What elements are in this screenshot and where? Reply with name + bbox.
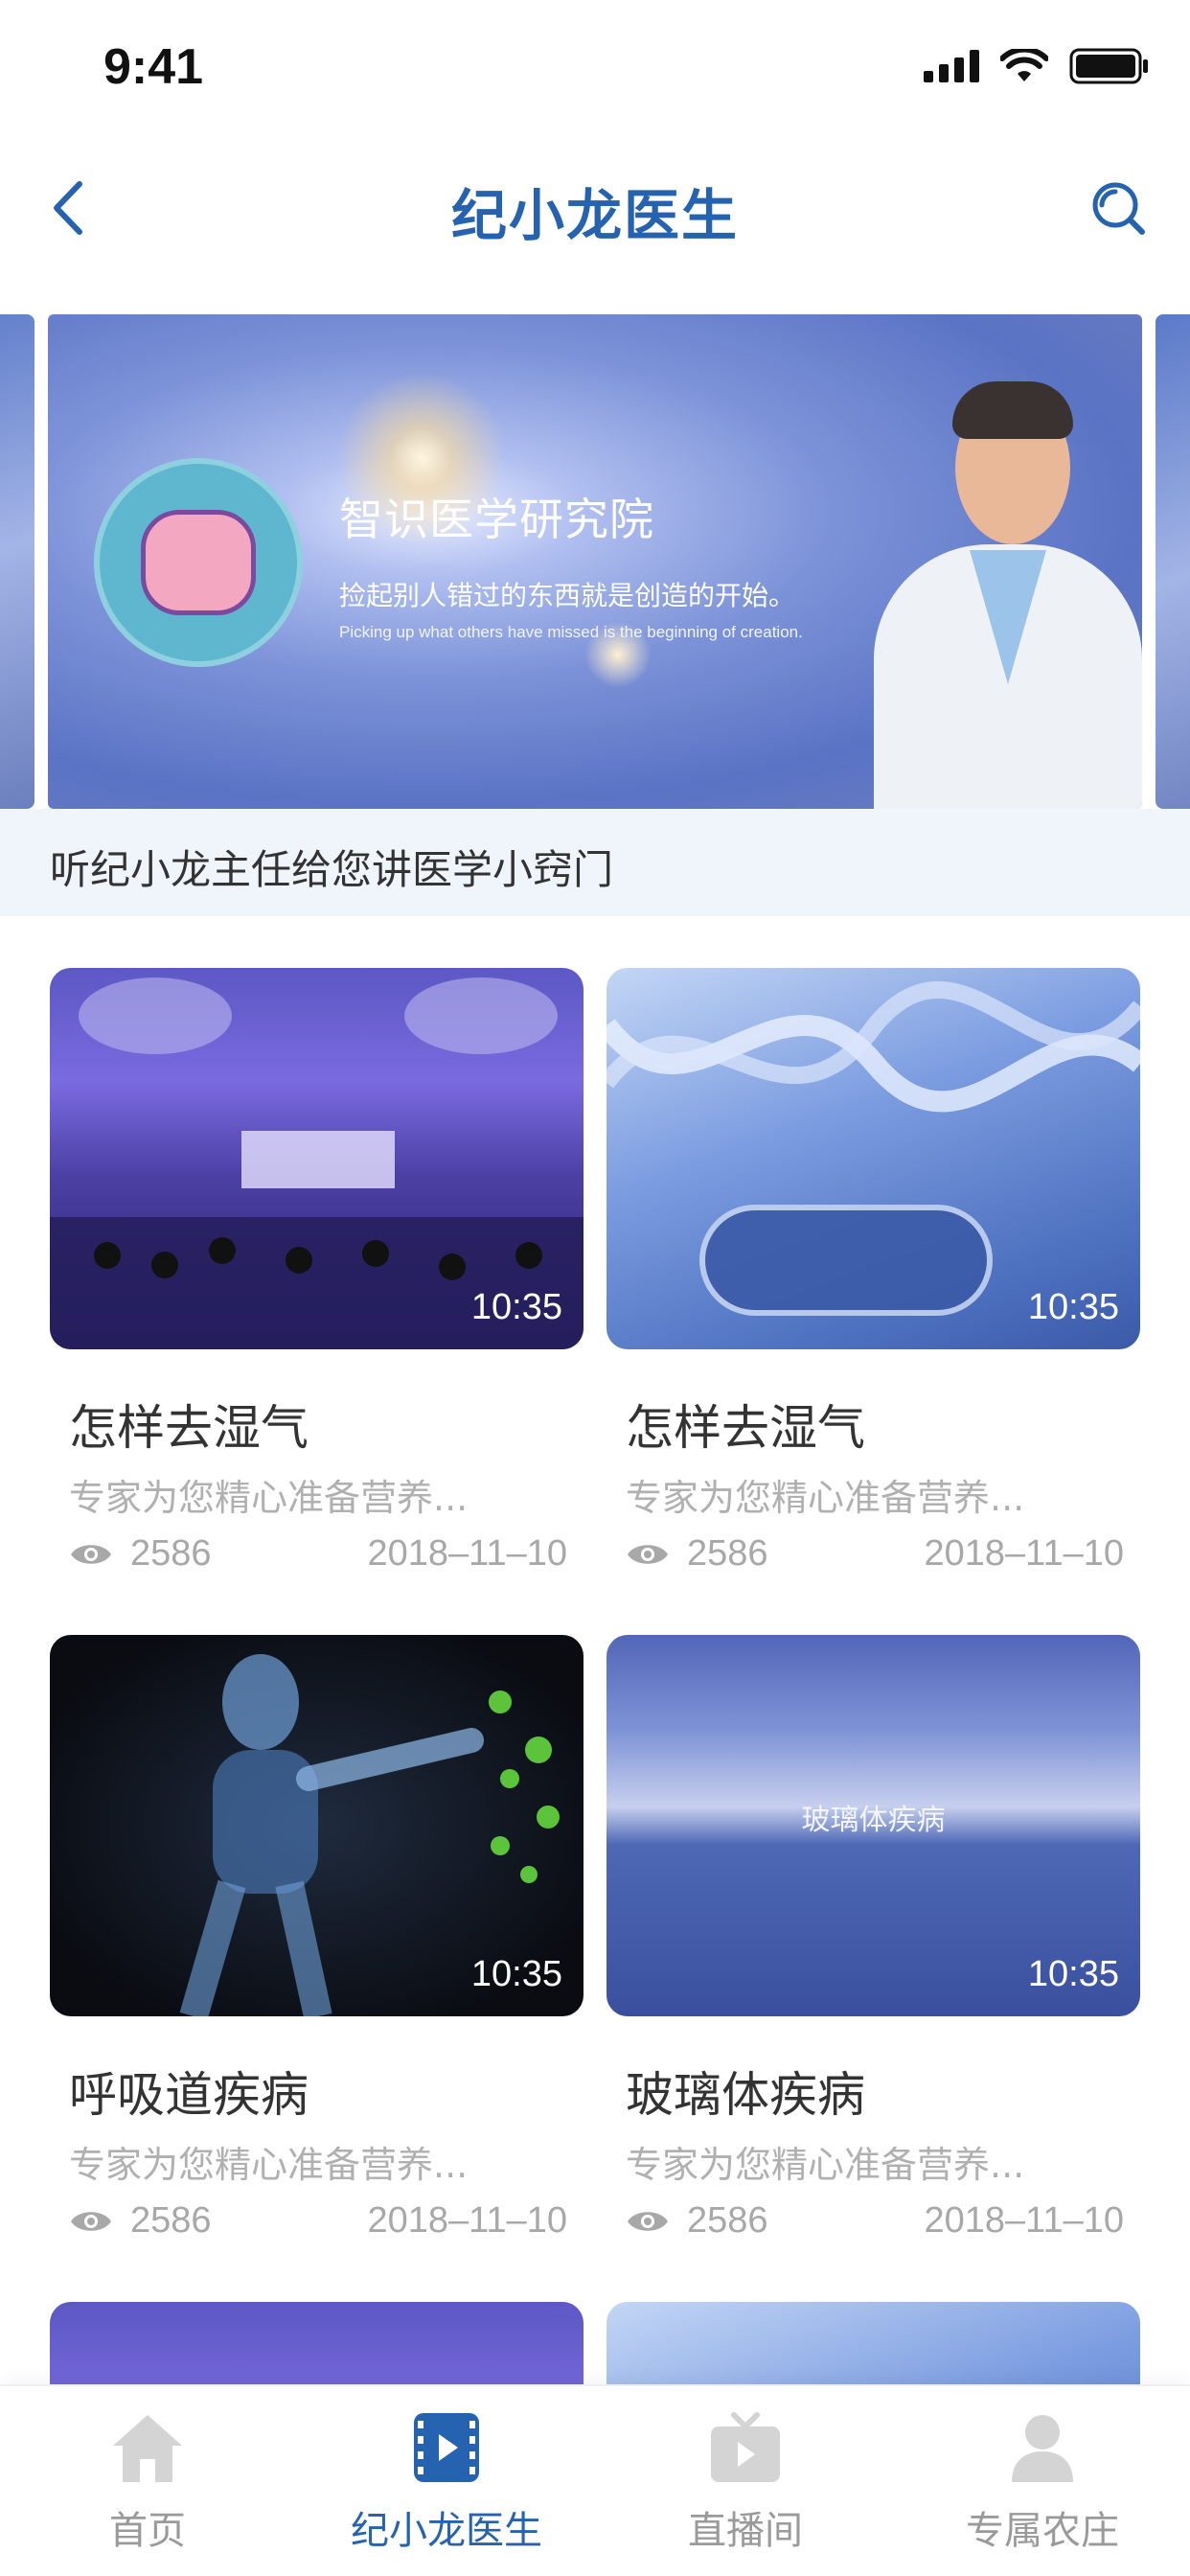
banner-subtitle-en: Picking up what others have missed is th…	[339, 623, 803, 641]
video-meta: 2586 2018–11–10	[69, 2200, 567, 2242]
tab-label: 直播间	[688, 2509, 803, 2553]
nav-bar: 纪小龙医生	[0, 126, 1190, 288]
publish-date: 2018–11–10	[924, 2200, 1124, 2241]
video-card[interactable]: 10:35 呼吸道疾病 专家为您精心准备营养... 2586 2018–11–1…	[50, 1635, 584, 2267]
view-count-value: 2586	[130, 1533, 212, 1574]
wifi-icon	[1000, 49, 1048, 81]
video-description: 专家为您精心准备营养...	[69, 2144, 469, 2186]
tab-label: 首页	[109, 2509, 186, 2553]
tab-doctor[interactable]: 纪小龙医生	[322, 2409, 571, 2563]
battery-icon	[1069, 48, 1148, 84]
status-time: 9:41	[103, 39, 204, 95]
thumbnail-text: 玻璃体疾病	[801, 1804, 946, 1837]
video-duration: 10:35	[1027, 1287, 1119, 1327]
video-description: 专家为您精心准备营养...	[626, 1477, 1025, 1519]
banner-caption: 听纪小龙主任给您讲医学小窍门	[50, 846, 614, 893]
view-count: 2586	[626, 1533, 768, 1575]
video-card[interactable]: 10:35 怎样去湿气 专家为您精心准备营养... 2586 2018–11–1…	[606, 968, 1140, 1600]
view-count: 2586	[626, 2200, 768, 2242]
tab-home[interactable]: 首页	[23, 2409, 272, 2563]
video-description: 专家为您精心准备营养...	[69, 1477, 469, 1519]
video-icon	[408, 2409, 485, 2486]
video-title[interactable]: 怎样去湿气	[626, 1390, 865, 1459]
video-card[interactable]: 10:35 怎样去湿气 专家为您精心准备营养... 2586 2018–11–1…	[50, 968, 584, 1600]
banner-caption-bar: 听纪小龙主任给您讲医学小窍门	[0, 809, 1190, 916]
tv-icon	[707, 2409, 784, 2486]
logo-emblem	[141, 510, 256, 615]
video-duration: 10:35	[470, 1954, 562, 1994]
banner-heading: 智识医学研究院	[339, 494, 654, 545]
view-count-value: 2586	[130, 2200, 212, 2241]
video-thumbnail[interactable]: 玻璃体疾病 10:35	[606, 1635, 1140, 2016]
search-icon	[1092, 182, 1145, 235]
video-thumbnail[interactable]	[50, 2302, 584, 2388]
video-meta: 2586 2018–11–10	[626, 2200, 1124, 2242]
eye-icon	[628, 2211, 668, 2231]
eye-icon	[71, 2211, 111, 2231]
banner-next-slide[interactable]	[1156, 314, 1190, 809]
view-count: 2586	[69, 2200, 212, 2242]
video-thumbnail[interactable]	[606, 2302, 1140, 2388]
video-description: 专家为您精心准备营养...	[626, 2144, 1025, 2186]
publish-date: 2018–11–10	[924, 1533, 1124, 1574]
publish-date: 2018–11–10	[367, 1533, 567, 1574]
user-icon	[1004, 2409, 1081, 2486]
doctor-photo	[864, 372, 1142, 809]
banner-subtitle: 捡起别人错过的东西就是创造的开始。	[339, 580, 796, 611]
view-count-value: 2586	[687, 2200, 768, 2241]
video-title[interactable]: 玻璃体疾病	[626, 2057, 865, 2126]
page-title: 纪小龙医生	[450, 183, 739, 248]
home-icon	[109, 2409, 186, 2486]
view-count: 2586	[69, 1533, 212, 1575]
video-thumbnail[interactable]: 10:35	[606, 968, 1140, 1349]
tab-bar: 首页 纪小龙医生 直播间 专属农庄	[0, 2384, 1190, 2576]
search-button[interactable]	[1085, 174, 1152, 242]
video-meta: 2586 2018–11–10	[69, 1533, 567, 1575]
tab-live[interactable]: 直播间	[621, 2409, 870, 2563]
tab-label: 纪小龙医生	[351, 2509, 542, 2553]
status-icons	[924, 48, 1150, 84]
institute-logo	[94, 458, 303, 667]
signal-icon	[924, 50, 979, 82]
tab-label: 专属农庄	[966, 2509, 1119, 2553]
video-duration: 10:35	[470, 1287, 562, 1327]
tab-farm[interactable]: 专属农庄	[918, 2409, 1167, 2563]
view-count-value: 2586	[687, 1533, 768, 1574]
publish-date: 2018–11–10	[367, 2200, 567, 2241]
video-duration: 10:35	[1027, 1954, 1119, 1994]
video-title[interactable]: 怎样去湿气	[69, 1390, 309, 1459]
video-title[interactable]: 呼吸道疾病	[69, 2057, 309, 2126]
eye-icon	[71, 1544, 111, 1564]
eye-icon	[628, 1544, 668, 1564]
video-meta: 2586 2018–11–10	[626, 1533, 1124, 1575]
banner-carousel[interactable]: 智识医学研究院 捡起别人错过的东西就是创造的开始。 Picking up wha…	[0, 314, 1190, 809]
video-thumbnail[interactable]: 10:35	[50, 968, 584, 1349]
video-thumbnail[interactable]: 10:35	[50, 1635, 584, 2016]
banner-slide[interactable]: 智识医学研究院 捡起别人错过的东西就是创造的开始。 Picking up wha…	[48, 314, 1142, 809]
video-card[interactable]: 玻璃体疾病 10:35 玻璃体疾病 专家为您精心准备营养... 2586 201…	[606, 1635, 1140, 2267]
banner-prev-slide[interactable]	[0, 314, 34, 809]
video-card[interactable]	[50, 2302, 584, 2388]
status-bar: 9:41	[0, 0, 1190, 126]
video-card[interactable]	[606, 2302, 1140, 2388]
